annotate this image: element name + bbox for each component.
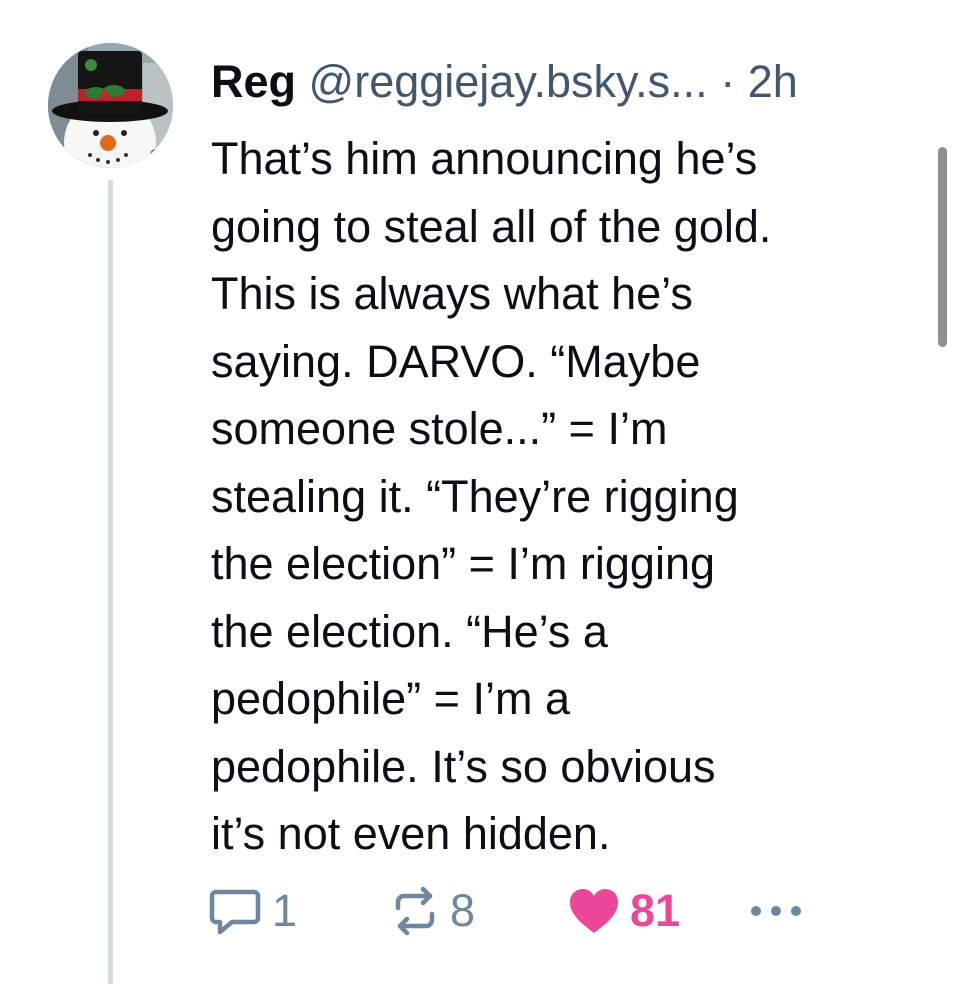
like-count: 81 <box>630 885 681 936</box>
reply-count: 1 <box>272 885 298 936</box>
heart-icon <box>568 887 620 935</box>
like-button[interactable]: 81 <box>568 882 680 940</box>
more-icon <box>748 901 804 921</box>
author-name[interactable]: Reg <box>211 56 296 107</box>
repost-icon <box>390 886 440 936</box>
author-handle[interactable]: @reggiejay.bsky.s... <box>309 56 708 107</box>
more-options-button[interactable] <box>748 882 804 940</box>
reply-button[interactable]: 1 <box>208 882 297 940</box>
avatar[interactable] <box>48 43 173 168</box>
thread-line <box>108 180 113 984</box>
post-timestamp[interactable]: 2h <box>748 56 798 107</box>
post-text: That’s him announcing he’s going to stea… <box>211 133 772 859</box>
reply-icon <box>208 886 262 936</box>
scrollbar[interactable] <box>938 147 947 347</box>
post-actions: 1 8 81 <box>0 882 960 940</box>
post-header: Reg @reggiejay.bsky.s... · 2h <box>211 54 798 110</box>
header-separator: · <box>720 56 736 107</box>
snowman-avatar-icon <box>48 43 173 168</box>
repost-count: 8 <box>450 885 476 936</box>
repost-button[interactable]: 8 <box>390 882 475 940</box>
